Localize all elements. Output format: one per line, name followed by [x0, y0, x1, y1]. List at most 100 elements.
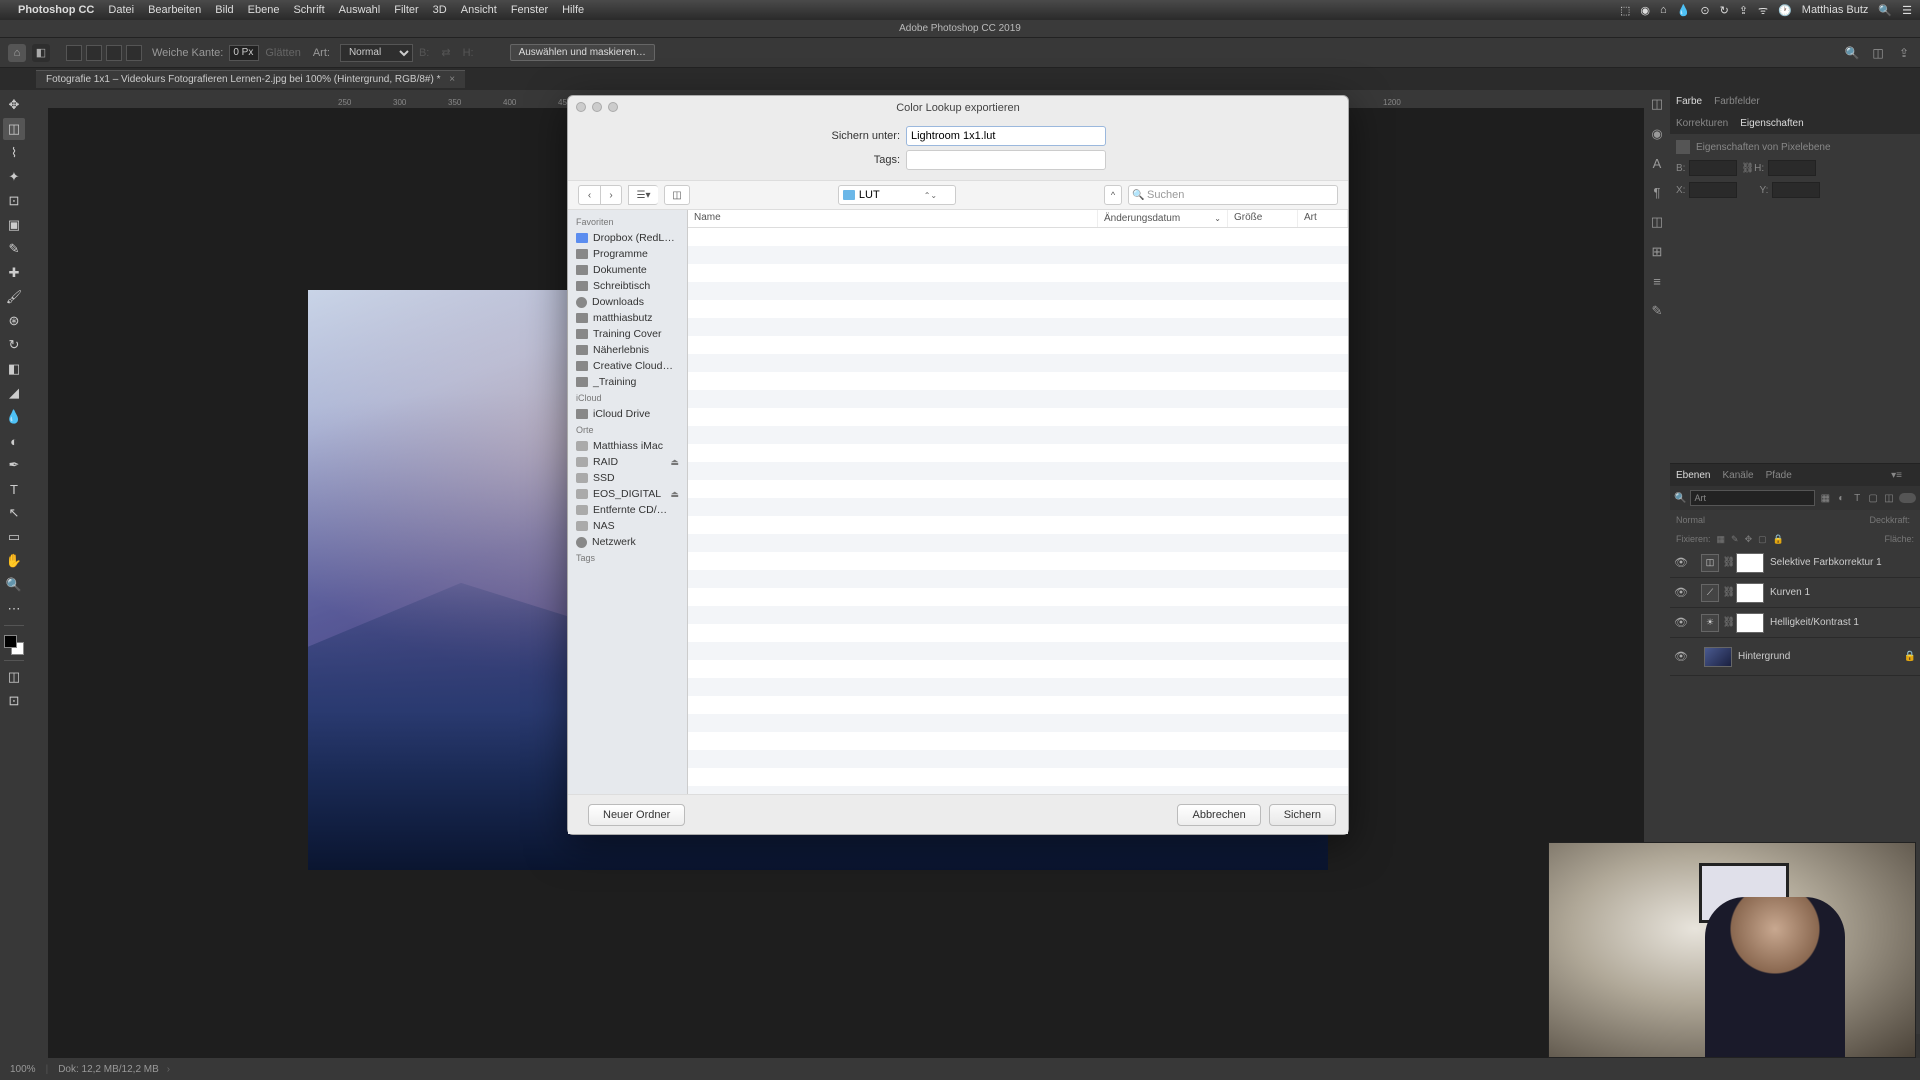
view-mode-button[interactable]: ☰▾ [628, 185, 658, 205]
marquee-tool-icon[interactable]: ◫ [3, 118, 25, 140]
sidebar-item[interactable]: Training Cover [568, 326, 687, 342]
layer-mask[interactable] [1736, 583, 1764, 603]
status-icon[interactable]: 💧 [1677, 4, 1691, 17]
sidebar-item[interactable]: Dropbox (RedL… [568, 230, 687, 246]
tab-color[interactable]: Farbe [1676, 96, 1702, 107]
panel-menu-icon[interactable]: ▾≡ [1891, 470, 1902, 481]
lock-icon[interactable]: ▦ [1717, 534, 1726, 545]
sidebar-item[interactable]: _Training [568, 374, 687, 390]
sidebar-item[interactable]: iCloud Drive [568, 406, 687, 422]
sidebar-item[interactable]: Dokumente [568, 262, 687, 278]
link-icon[interactable]: ⛓ [1741, 163, 1754, 174]
menu-auswahl[interactable]: Auswahl [339, 4, 381, 16]
eyedropper-tool-icon[interactable]: ✎ [3, 238, 25, 260]
type-tool-icon[interactable]: T [3, 478, 25, 500]
path-tool-icon[interactable]: ↖ [3, 502, 25, 524]
lock-icon[interactable]: ✥ [1745, 534, 1753, 545]
sidebar-item[interactable]: Downloads [568, 294, 687, 310]
lock-icon[interactable]: ▢ [1758, 534, 1767, 545]
subtract-selection-icon[interactable] [106, 45, 122, 61]
zoom-level[interactable]: 100% [10, 1064, 36, 1075]
sidebar-item[interactable]: EOS_DIGITAL⏏ [568, 486, 687, 502]
forward-button[interactable]: › [600, 185, 622, 205]
search-icon[interactable]: 🔍 [1844, 45, 1860, 61]
crop-tool-icon[interactable]: ⊡ [3, 190, 25, 212]
eject-icon[interactable]: ⏏ [670, 489, 679, 500]
new-selection-icon[interactable] [66, 45, 82, 61]
history-brush-tool-icon[interactable]: ↻ [3, 334, 25, 356]
zoom-tool-icon[interactable]: 🔍 [3, 574, 25, 596]
visibility-icon[interactable]: 👁 [1674, 556, 1688, 569]
sidebar-item[interactable]: NAS [568, 518, 687, 534]
tab-adjustments[interactable]: Korrekturen [1676, 118, 1728, 129]
lock-icon[interactable]: 🔒 [1773, 534, 1784, 545]
filter-type-icon[interactable]: T [1851, 491, 1863, 505]
menu-bild[interactable]: Bild [215, 4, 233, 16]
tab-paths[interactable]: Pfade [1766, 470, 1792, 481]
group-button[interactable]: ◫ [664, 185, 690, 205]
chevron-right-icon[interactable]: › [167, 1064, 170, 1075]
add-selection-icon[interactable] [86, 45, 102, 61]
blend-mode[interactable]: Normal [1676, 515, 1705, 525]
width-field[interactable] [1689, 160, 1737, 176]
blur-tool-icon[interactable]: 💧 [3, 406, 25, 428]
color-swatches[interactable] [4, 635, 24, 655]
menu-icon[interactable]: ☰ [1902, 4, 1912, 17]
tab-channels[interactable]: Kanäle [1722, 470, 1753, 481]
menubar-username[interactable]: Matthias Butz [1802, 4, 1869, 16]
dock-icon[interactable]: ≡ [1653, 274, 1661, 289]
height-field[interactable] [1768, 160, 1816, 176]
tab-swatches[interactable]: Farbfelder [1714, 96, 1760, 107]
lasso-tool-icon[interactable]: ⌇ [3, 142, 25, 164]
layer-row-background[interactable]: 👁 Hintergrund 🔒 [1670, 638, 1920, 676]
column-date[interactable]: Änderungsdatum⌄ [1098, 210, 1228, 227]
doc-size[interactable]: Dok: 12,2 MB/12,2 MB [58, 1064, 159, 1075]
stamp-tool-icon[interactable]: ⊛ [3, 310, 25, 332]
layer-filter-input[interactable] [1690, 490, 1815, 506]
dock-icon[interactable]: ◫ [1651, 96, 1663, 112]
new-folder-button[interactable]: Neuer Ordner [588, 804, 685, 826]
brush-tool-icon[interactable]: 🖌 [3, 286, 25, 308]
screenmode-icon[interactable]: ⊡ [3, 690, 25, 712]
link-icon[interactable]: ⛓ [1722, 557, 1736, 568]
sidebar-item[interactable]: Entfernte CD/… [568, 502, 687, 518]
menu-schrift[interactable]: Schrift [293, 4, 324, 16]
quickmask-icon[interactable]: ◫ [3, 666, 25, 688]
status-icon[interactable]: ↻ [1720, 4, 1729, 17]
frame-tool-icon[interactable]: ▣ [3, 214, 25, 236]
close-icon[interactable]: × [449, 74, 455, 85]
selection-tool-icon[interactable]: ◧ [32, 44, 50, 62]
filter-toggle[interactable] [1899, 493, 1916, 503]
pen-tool-icon[interactable]: ✒ [3, 454, 25, 476]
menu-ansicht[interactable]: Ansicht [461, 4, 497, 16]
dock-icon[interactable]: ✎ [1652, 303, 1663, 319]
filter-shape-icon[interactable]: ▢ [1867, 491, 1879, 505]
sidebar-item[interactable]: Schreibtisch [568, 278, 687, 294]
window-controls[interactable] [576, 102, 618, 112]
status-icon[interactable]: ⬚ [1620, 4, 1630, 17]
link-icon[interactable]: ⛓ [1722, 617, 1736, 628]
search-input[interactable]: Suchen [1128, 185, 1338, 205]
dock-icon[interactable]: A [1653, 156, 1662, 171]
heal-tool-icon[interactable]: ✚ [3, 262, 25, 284]
workspace-icon[interactable]: ◫ [1870, 45, 1886, 61]
search-icon[interactable]: 🔍 [1878, 4, 1892, 17]
menu-fenster[interactable]: Fenster [511, 4, 548, 16]
lock-icon[interactable]: 🔒 [1904, 651, 1916, 662]
dock-icon[interactable]: ◫ [1651, 214, 1663, 230]
clock-icon[interactable]: 🕐 [1778, 4, 1792, 17]
sidebar-item[interactable]: SSD [568, 470, 687, 486]
select-and-mask-button[interactable]: Auswählen und maskieren… [510, 44, 655, 61]
sidebar-item[interactable]: Netzwerk [568, 534, 687, 550]
save-button[interactable]: Sichern [1269, 804, 1336, 826]
filter-smart-icon[interactable]: ◫ [1883, 491, 1895, 505]
filename-input[interactable] [906, 126, 1106, 146]
layer-row[interactable]: 👁 ⟋ ⛓ Kurven 1 [1670, 578, 1920, 608]
menu-bearbeiten[interactable]: Bearbeiten [148, 4, 201, 16]
menubar-app-name[interactable]: Photoshop CC [18, 4, 94, 16]
style-select[interactable]: Normal [340, 44, 413, 62]
tags-input[interactable] [906, 150, 1106, 170]
layer-row[interactable]: 👁 ☀ ⛓ Helligkeit/Kontrast 1 [1670, 608, 1920, 638]
menu-hilfe[interactable]: Hilfe [562, 4, 584, 16]
visibility-icon[interactable]: 👁 [1674, 650, 1688, 663]
